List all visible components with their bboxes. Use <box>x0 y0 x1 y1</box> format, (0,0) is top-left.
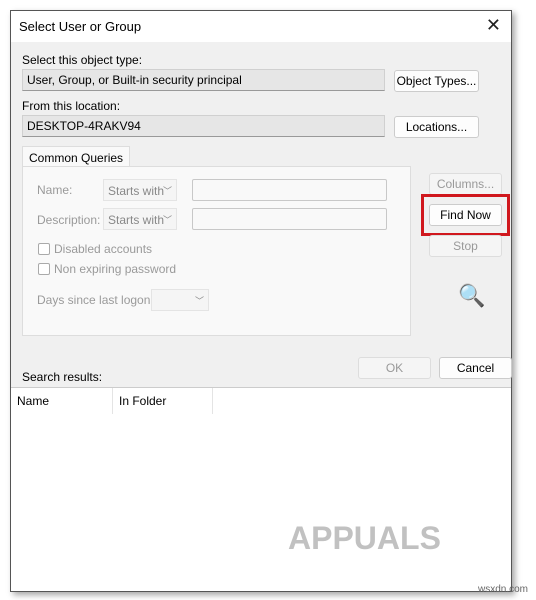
object-type-label: Select this object type: <box>22 53 143 67</box>
description-mode-value: Starts with <box>108 213 165 227</box>
disabled-accounts-checkbox[interactable] <box>38 243 50 255</box>
chevron-down-icon: ﹀ <box>162 186 172 196</box>
name-label: Name: <box>37 183 73 197</box>
column-header-in-folder[interactable]: In Folder <box>113 388 213 414</box>
days-since-logon-select[interactable]: ﹀ <box>151 289 209 311</box>
search-results-label: Search results: <box>22 370 103 384</box>
cancel-button[interactable]: Cancel <box>439 357 512 379</box>
title-bar: Select User or Group ✕ <box>11 11 511 42</box>
description-input[interactable] <box>192 208 387 230</box>
search-results-list[interactable]: Name In Folder <box>11 387 511 591</box>
object-type-field: User, Group, or Built-in security princi… <box>22 69 385 91</box>
common-queries-panel: Name: Starts with ﹀ Description: Starts w… <box>22 166 411 336</box>
location-field: DESKTOP-4RAKV94 <box>22 115 385 137</box>
days-since-logon-label: Days since last logon: <box>37 293 154 307</box>
search-folder-icon: 🔍 <box>458 283 486 308</box>
disabled-accounts-label: Disabled accounts <box>54 242 153 256</box>
find-now-button[interactable]: Find Now <box>429 204 502 226</box>
non-expiring-label: Non expiring password <box>54 262 177 276</box>
close-icon[interactable]: ✕ <box>486 15 501 36</box>
columns-button[interactable]: Columns... <box>429 173 502 195</box>
column-header-name[interactable]: Name <box>11 388 113 414</box>
stop-button[interactable]: Stop <box>429 235 502 257</box>
watermark-logo: APPUALS <box>288 520 441 556</box>
name-mode-select[interactable]: Starts with ﹀ <box>103 179 177 201</box>
select-user-dialog: Select User or Group ✕ Select this objec… <box>10 10 512 592</box>
tab-common-queries[interactable]: Common Queries <box>22 146 131 168</box>
watermark-site: wsxdn.com <box>478 584 529 595</box>
name-input[interactable] <box>192 179 387 201</box>
object-types-button[interactable]: Object Types... <box>394 70 479 92</box>
description-label: Description: <box>37 213 101 227</box>
ok-button[interactable]: OK <box>358 357 431 379</box>
non-expiring-checkbox[interactable] <box>38 263 50 275</box>
locations-button[interactable]: Locations... <box>394 116 479 138</box>
chevron-down-icon: ﹀ <box>162 215 172 225</box>
location-label: From this location: <box>22 99 121 113</box>
dialog-title: Select User or Group <box>19 19 142 34</box>
description-mode-select[interactable]: Starts with ﹀ <box>103 208 177 230</box>
chevron-down-icon: ﹀ <box>194 296 204 306</box>
name-mode-value: Starts with <box>108 184 165 198</box>
